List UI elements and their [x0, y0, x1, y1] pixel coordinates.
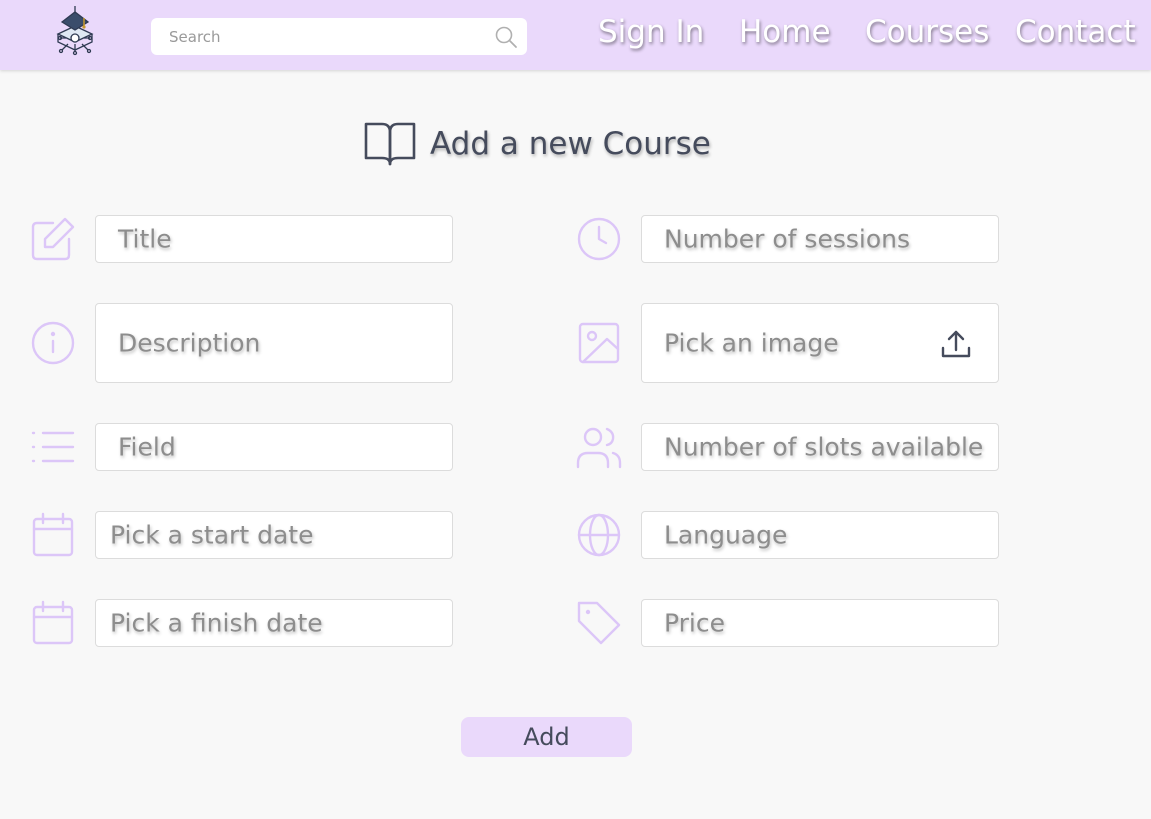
image-field[interactable]: Pick an image [641, 303, 999, 383]
users-icon [575, 423, 623, 471]
finish-date-field-label: Pick a finish date [110, 608, 323, 638]
nav-contact[interactable]: Contact [1015, 14, 1136, 50]
upload-icon[interactable] [940, 328, 972, 360]
title-field[interactable]: Title [95, 215, 453, 263]
clock-icon [575, 215, 623, 263]
sessions-field-label: Number of sessions [664, 224, 910, 254]
list-icon [29, 423, 77, 471]
image-field-label: Pick an image [664, 328, 839, 358]
info-icon [29, 319, 77, 367]
nav-sign-in[interactable]: Sign In [598, 14, 704, 50]
calendar-icon [29, 599, 77, 647]
finish-date-field[interactable]: Pick a finish date [95, 599, 453, 647]
image-icon [575, 319, 623, 367]
search-input[interactable]: Search [151, 18, 527, 55]
slots-field[interactable]: Number of slots available [641, 423, 999, 471]
tag-icon [575, 599, 623, 647]
nav-home[interactable]: Home [739, 14, 831, 50]
edit-icon [29, 215, 77, 263]
start-date-field-label: Pick a start date [110, 520, 314, 550]
search-icon[interactable] [493, 24, 519, 50]
slots-field-label: Number of slots available [664, 432, 984, 462]
calendar-icon [29, 511, 77, 559]
description-field-label: Description [118, 328, 261, 358]
price-field-label: Price [664, 608, 725, 638]
language-field[interactable]: Language [641, 511, 999, 559]
title-field-label: Title [118, 224, 172, 254]
globe-icon [575, 511, 623, 559]
nav-courses[interactable]: Courses [865, 14, 989, 50]
price-field[interactable]: Price [641, 599, 999, 647]
description-field[interactable]: Description [95, 303, 453, 383]
page-title-text: Add a new Course [430, 126, 711, 162]
start-date-field[interactable]: Pick a start date [95, 511, 453, 559]
sessions-field[interactable]: Number of sessions [641, 215, 999, 263]
field-field[interactable]: Field [95, 423, 453, 471]
field-field-label: Field [118, 432, 176, 462]
book-icon [362, 120, 418, 170]
add-button[interactable]: Add [461, 717, 632, 757]
logo-icon[interactable] [48, 4, 102, 60]
search-placeholder: Search [169, 28, 221, 46]
top-navbar: Search Sign In Home Courses Contact [0, 0, 1151, 70]
language-field-label: Language [664, 520, 788, 550]
